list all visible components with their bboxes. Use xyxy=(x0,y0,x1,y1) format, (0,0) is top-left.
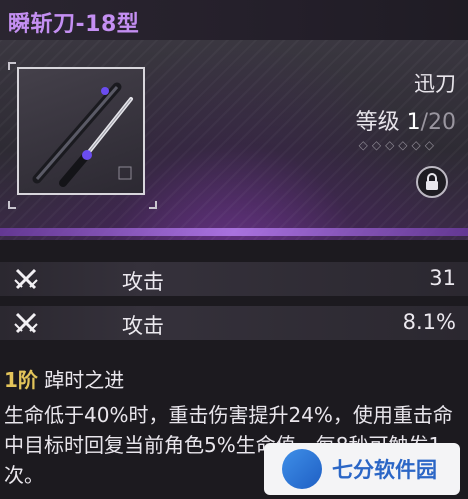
stat-value: 31 xyxy=(429,266,456,290)
weapon-name: 瞬斩刀-18型 xyxy=(8,12,140,37)
effect-title: 1阶 踔时之进 xyxy=(4,364,124,393)
stat-name: 攻击 xyxy=(122,314,164,338)
weapon-image-frame[interactable] xyxy=(17,67,145,195)
watermark-text: 七分软件园 xyxy=(332,458,437,482)
lock-icon xyxy=(426,173,438,190)
frame-corner xyxy=(149,201,157,209)
crossed-swords-icon xyxy=(14,268,38,290)
effect-rank: 1阶 xyxy=(4,368,38,392)
stats-list: 攻击 31 攻击 8.1% xyxy=(0,262,468,350)
stat-row: 攻击 31 xyxy=(0,262,468,296)
effect-name: 踔时之进 xyxy=(44,368,125,392)
lock-button[interactable] xyxy=(416,166,448,198)
rank-stars: ◇◇◇◇◇◇ xyxy=(358,138,438,152)
sword-icon xyxy=(32,82,133,187)
level-label: 等级 xyxy=(355,110,400,135)
level-max: /20 xyxy=(420,110,456,135)
title-bar: 瞬斩刀-18型 xyxy=(0,0,468,40)
stat-name: 攻击 xyxy=(122,270,164,294)
stat-value: 8.1% xyxy=(402,310,456,334)
hero-glow-stripe xyxy=(0,228,468,236)
stat-row-bg xyxy=(0,262,468,296)
stat-row: 攻击 8.1% xyxy=(0,306,468,340)
weapon-type: 迅刀 xyxy=(414,72,456,96)
weapon-detail-card: 瞬斩刀-18型 迅刀 等级 1/20 ◇◇◇◇◇◇ 攻击 31 攻击 8.1% … xyxy=(0,0,468,499)
watermark-logo-icon xyxy=(282,449,322,489)
frame-corner xyxy=(8,201,16,209)
level-row: 等级 1/20 xyxy=(356,104,456,136)
watermark-badge: 七分软件园 xyxy=(264,443,460,495)
level-current: 1 xyxy=(406,110,421,135)
stat-row-bg xyxy=(0,306,468,340)
frame-corner xyxy=(8,62,16,70)
crossed-swords-icon xyxy=(14,312,38,334)
